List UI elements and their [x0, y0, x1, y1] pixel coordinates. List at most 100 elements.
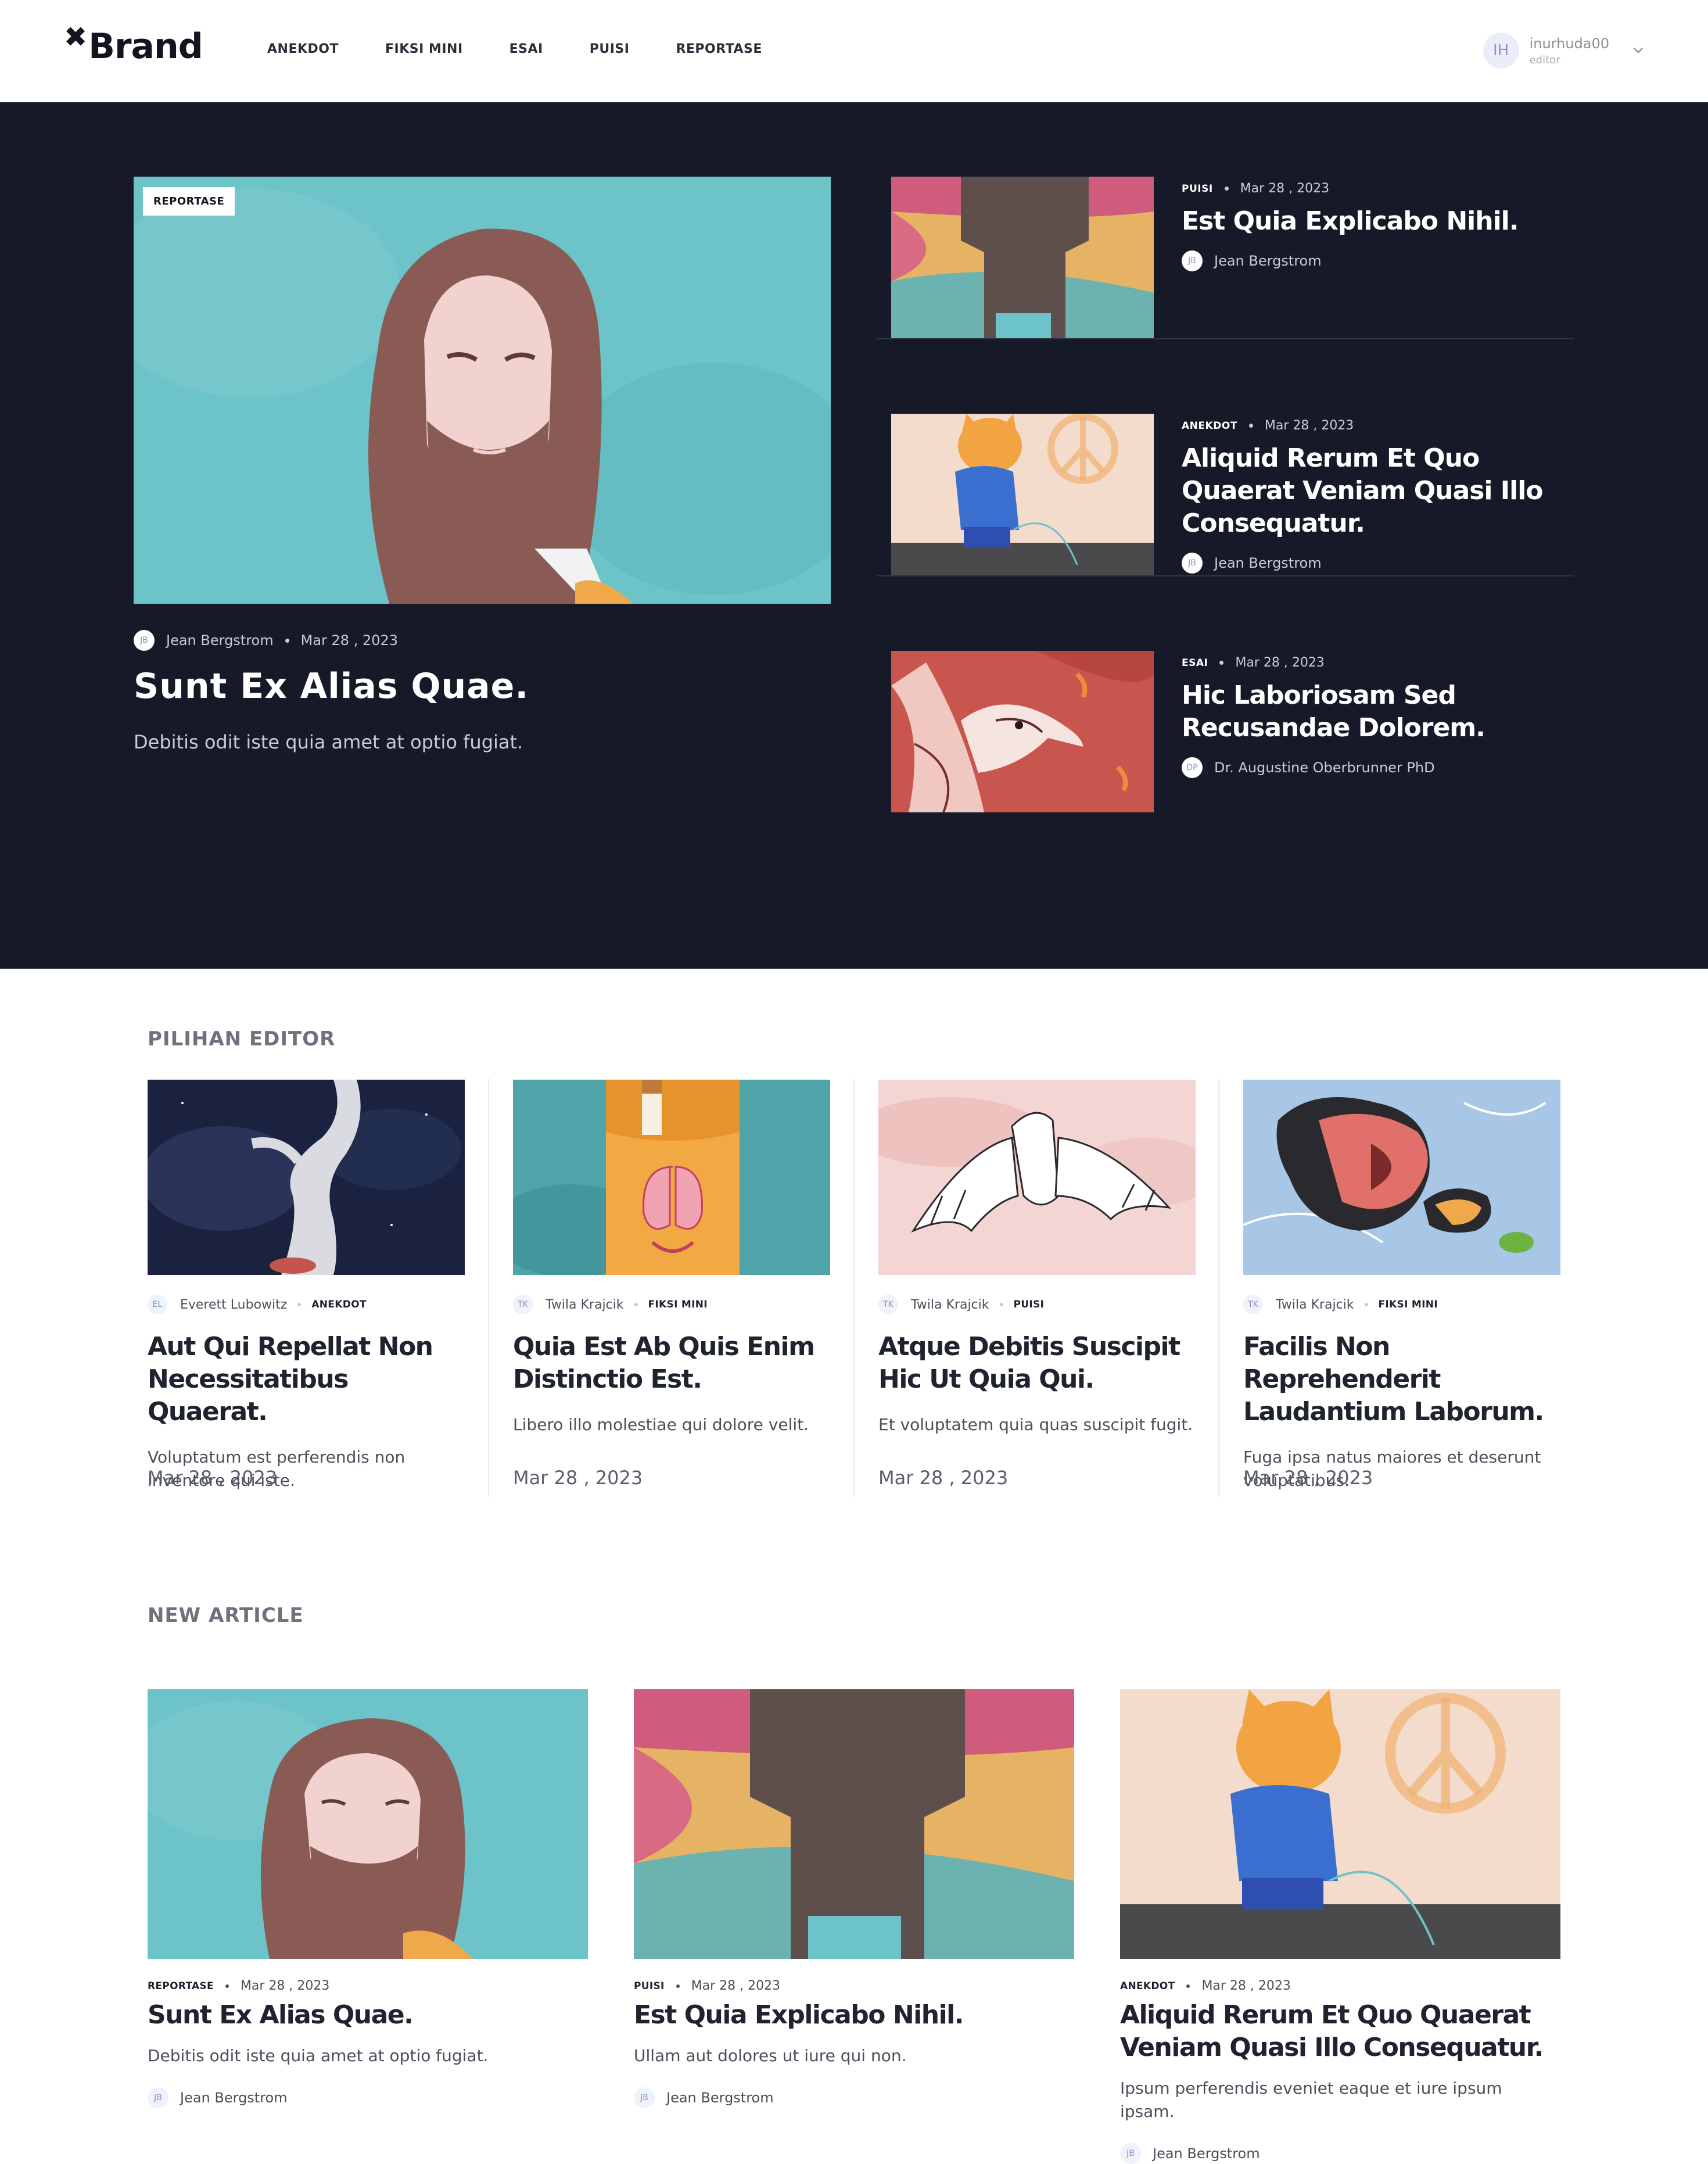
- category-label[interactable]: PUISI: [1182, 183, 1213, 195]
- side-article: ANEKDOT Mar 28 , 2023 Aliquid Rerum Et Q…: [877, 339, 1574, 576]
- author-avatar: TK: [1243, 1295, 1263, 1314]
- category-label[interactable]: ANEKDOT: [311, 1299, 366, 1310]
- author-avatar: JB: [1182, 250, 1203, 271]
- publish-date: Mar 28 , 2023: [1243, 1467, 1373, 1489]
- side-meta: ANEKDOT Mar 28 , 2023: [1182, 418, 1577, 433]
- category-label[interactable]: ESAI: [1182, 657, 1208, 669]
- category-label[interactable]: PUISI: [1014, 1299, 1045, 1310]
- author-avatar: JB: [1182, 553, 1203, 574]
- chevron-down-icon[interactable]: [1632, 46, 1644, 55]
- column-divider: [853, 1079, 855, 1497]
- author-name[interactable]: Jean Bergstrom: [666, 2090, 774, 2106]
- article-title[interactable]: Sunt Ex Alias Quae.: [148, 1999, 588, 2032]
- separator-dot: [999, 1303, 1003, 1306]
- side-article-body: ANEKDOT Mar 28 , 2023 Aliquid Rerum Et Q…: [1182, 418, 1577, 574]
- side-article: ESAI Mar 28 , 2023 Hic Laboriosam Sed Re…: [877, 576, 1574, 814]
- menu-item-puisi[interactable]: PUISI: [590, 42, 630, 56]
- author-name[interactable]: Everett Lubowitz: [180, 1298, 287, 1312]
- side-article-title[interactable]: Est Quia Explicabo Nihil.: [1182, 205, 1577, 238]
- pick-meta: TK Twila Krajcik FIKSI MINI: [513, 1295, 830, 1314]
- pick-description: Libero illo molestiae qui dolore velit.: [513, 1415, 809, 1434]
- editor-pick-image[interactable]: [1243, 1080, 1560, 1275]
- editor-pick-card: TK Twila Krajcik FIKSI MINI Quia Est Ab …: [513, 1080, 830, 1489]
- article-meta: ANEKDOT Mar 28 , 2023: [1120, 1979, 1560, 1993]
- pick-title[interactable]: Facilis Non Reprehenderit Laudantium Lab…: [1243, 1331, 1560, 1428]
- article-image[interactable]: [148, 1689, 588, 1959]
- article-card: PUISI Mar 28 , 2023 Est Quia Explicabo N…: [634, 1689, 1074, 2108]
- publish-date: Mar 28 , 2023: [878, 1467, 1009, 1489]
- user-name: inurhuda00: [1529, 35, 1609, 52]
- author-name[interactable]: Twila Krajcik: [911, 1298, 989, 1312]
- author-name[interactable]: Twila Krajcik: [546, 1298, 624, 1312]
- article-author: JB Jean Bergstrom: [148, 2087, 588, 2108]
- publish-date: Mar 28 , 2023: [1264, 418, 1354, 433]
- column-divider: [1218, 1079, 1219, 1497]
- author-name[interactable]: Dr. Augustine Oberbrunner PhD: [1214, 759, 1435, 776]
- article-title[interactable]: Aliquid Rerum Et Quo Quaerat Veniam Quas…: [1120, 1999, 1560, 2064]
- editor-pick-card: TK Twila Krajcik FIKSI MINI Facilis Non …: [1243, 1080, 1560, 1492]
- pick-title[interactable]: Quia Est Ab Quis Enim Distinctio Est.: [513, 1331, 830, 1396]
- pick-meta: EL Everett Lubowitz ANEKDOT: [148, 1295, 465, 1314]
- hero-title[interactable]: Sunt Ex Alias Quae.: [134, 666, 529, 707]
- hero-meta: JB Jean Bergstrom Mar 28 , 2023: [134, 630, 398, 651]
- separator-dot: [1248, 424, 1253, 428]
- side-article-image[interactable]: [891, 177, 1154, 338]
- logo-text: Brand: [88, 26, 203, 67]
- editor-pick-image[interactable]: [513, 1080, 830, 1275]
- author-name[interactable]: Jean Bergstrom: [1153, 2145, 1260, 2162]
- top-navbar: ✖ Brand ANEKDOT FIKSI MINI ESAI PUISI RE…: [0, 0, 1708, 102]
- author-name[interactable]: Jean Bergstrom: [166, 632, 274, 649]
- article-card: REPORTASE Mar 28 , 2023 Sunt Ex Alias Qu…: [148, 1689, 588, 2108]
- separator-dot: [1186, 1984, 1190, 1988]
- pick-title[interactable]: Aut Qui Repellat Non Necessitatibus Quae…: [148, 1331, 465, 1428]
- separator-dot: [285, 638, 289, 643]
- category-label[interactable]: FIKSI MINI: [648, 1299, 708, 1310]
- publish-date: Mar 28 , 2023: [1201, 1979, 1291, 1993]
- article-title[interactable]: Est Quia Explicabo Nihil.: [634, 1999, 1074, 2032]
- side-article-title[interactable]: Hic Laboriosam Sed Recusandae Dolorem.: [1182, 679, 1577, 744]
- brand-logo[interactable]: ✖ Brand: [64, 23, 203, 67]
- hero-section: REPORTASE JB Jean Bergstrom Mar 28 , 202…: [0, 102, 1708, 969]
- publish-date: Mar 28 , 2023: [240, 1979, 330, 1993]
- category-label[interactable]: ANEKDOT: [1120, 1980, 1175, 1992]
- editor-pick-image[interactable]: [878, 1080, 1196, 1275]
- article-description: Debitis odit iste quia amet at optio fug…: [148, 2046, 489, 2065]
- article-author: JB Jean Bergstrom: [1120, 2143, 1560, 2164]
- logo-mark-icon: ✖: [64, 21, 88, 53]
- side-article: PUISI Mar 28 , 2023 Est Quia Explicabo N…: [877, 102, 1574, 339]
- hero-feature-image[interactable]: REPORTASE: [134, 177, 831, 604]
- category-label[interactable]: ANEKDOT: [1182, 420, 1237, 432]
- pick-title[interactable]: Atque Debitis Suscipit Hic Ut Quia Qui.: [878, 1331, 1196, 1396]
- column-divider: [488, 1079, 489, 1497]
- menu-item-fiksi-mini[interactable]: FIKSI MINI: [385, 42, 463, 56]
- hero-category-badge[interactable]: REPORTASE: [143, 187, 235, 216]
- author-name[interactable]: Jean Bergstrom: [1214, 555, 1322, 571]
- article-image[interactable]: [1120, 1689, 1560, 1959]
- editor-pick-image[interactable]: [148, 1080, 465, 1275]
- separator-dot: [634, 1303, 638, 1306]
- author-avatar: EL: [148, 1295, 167, 1314]
- main-menu: ANEKDOT FIKSI MINI ESAI PUISI REPORTASE: [267, 42, 809, 56]
- article-card: ANEKDOT Mar 28 , 2023 Aliquid Rerum Et Q…: [1120, 1689, 1560, 2164]
- separator-dot: [297, 1303, 302, 1306]
- menu-item-anekdot[interactable]: ANEKDOT: [267, 42, 339, 56]
- article-image[interactable]: [634, 1689, 1074, 1959]
- separator-dot: [676, 1984, 680, 1988]
- side-article-title[interactable]: Aliquid Rerum Et Quo Quaerat Veniam Quas…: [1182, 442, 1577, 540]
- side-article-image[interactable]: [891, 651, 1154, 812]
- section-heading-new-article: NEW ARTICLE: [148, 1604, 304, 1627]
- category-label[interactable]: FIKSI MINI: [1379, 1299, 1438, 1310]
- author-name[interactable]: Twila Krajcik: [1276, 1298, 1354, 1312]
- user-menu[interactable]: IH inurhuda00 editor: [1483, 33, 1644, 69]
- article-meta: PUISI Mar 28 , 2023: [634, 1979, 1074, 1993]
- category-label[interactable]: PUISI: [634, 1980, 665, 1992]
- author-name[interactable]: Jean Bergstrom: [180, 2090, 288, 2106]
- author-name[interactable]: Jean Bergstrom: [1214, 253, 1322, 269]
- side-article-image[interactable]: [891, 414, 1154, 575]
- side-author: DP Dr. Augustine Oberbrunner PhD: [1182, 757, 1577, 778]
- category-label[interactable]: REPORTASE: [148, 1980, 214, 1992]
- publish-date: Mar 28 , 2023: [691, 1979, 781, 1993]
- menu-item-esai[interactable]: ESAI: [509, 42, 543, 56]
- menu-item-reportase[interactable]: REPORTASE: [676, 42, 762, 56]
- publish-date: Mar 28 , 2023: [148, 1467, 278, 1489]
